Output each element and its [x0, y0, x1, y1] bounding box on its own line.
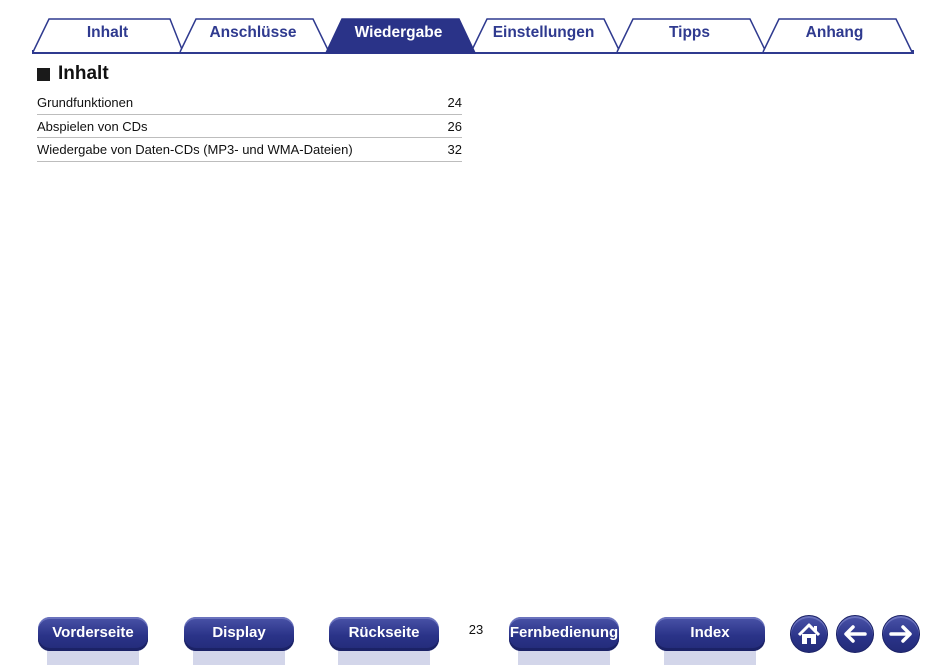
toc-item-page: 26: [447, 118, 462, 134]
tab-einstellungen[interactable]: Einstellungen: [486, 23, 601, 43]
toc-item-label: Wiedergabe von Daten-CDs (MP3- und WMA-D…: [37, 142, 353, 157]
button-shadow: [47, 650, 139, 665]
fernbedienung-label: Fernbedienung: [509, 624, 619, 641]
section-header: Inhalt: [37, 62, 109, 86]
rueckseite-button[interactable]: Rückseite: [329, 617, 439, 665]
tab-anschluesse[interactable]: Anschlüsse: [196, 23, 310, 43]
tab-anhang[interactable]: Anhang: [777, 23, 892, 43]
section-title: Inhalt: [58, 63, 109, 84]
vorderseite-button[interactable]: Vorderseite: [38, 617, 148, 665]
page-number: 23: [468, 622, 484, 637]
home-icon: [797, 623, 821, 644]
index-label: Index: [690, 624, 730, 641]
toc-item-label: Grundfunktionen: [37, 95, 134, 110]
toc-item-label: Abspielen von CDs: [37, 118, 148, 134]
index-button[interactable]: Index: [655, 617, 765, 665]
vorderseite-label: Vorderseite: [52, 624, 134, 641]
tab-wiedergabe[interactable]: Wiedergabe: [341, 23, 456, 43]
forward-button[interactable]: [882, 615, 920, 653]
button-shadow: [338, 650, 430, 665]
button-shadow: [518, 650, 610, 665]
toc-item-daten-cds[interactable]: Wiedergabe von Daten-CDs (MP3- und WMA-D…: [37, 138, 462, 162]
fernbedienung-button[interactable]: Fernbedienung: [509, 617, 619, 665]
button-shadow: [193, 650, 285, 665]
display-button[interactable]: Display: [184, 617, 294, 665]
arrow-right-icon: [889, 625, 912, 643]
home-button[interactable]: [790, 615, 828, 653]
bullet-square-icon: [37, 67, 50, 81]
toc-item-page: 32: [447, 142, 462, 157]
toc-list: Grundfunktionen 24 Abspielen von CDs 26 …: [37, 91, 462, 162]
toc-item-page: 24: [447, 95, 462, 110]
tab-inhalt[interactable]: Inhalt: [50, 23, 165, 43]
rueckseite-label: Rückseite: [348, 624, 420, 641]
back-button[interactable]: [836, 615, 874, 653]
tab-bar: Inhalt Anschlüsse Wiedergabe Einstellung…: [0, 0, 950, 56]
toc-item-grundfunktionen[interactable]: Grundfunktionen 24: [37, 91, 462, 115]
arrow-left-icon: [844, 625, 867, 643]
tab-tipps[interactable]: Tipps: [632, 23, 747, 43]
display-label: Display: [212, 624, 266, 641]
toc-item-abspielen-cds[interactable]: Abspielen von CDs 26: [37, 115, 462, 138]
button-shadow: [664, 650, 756, 665]
